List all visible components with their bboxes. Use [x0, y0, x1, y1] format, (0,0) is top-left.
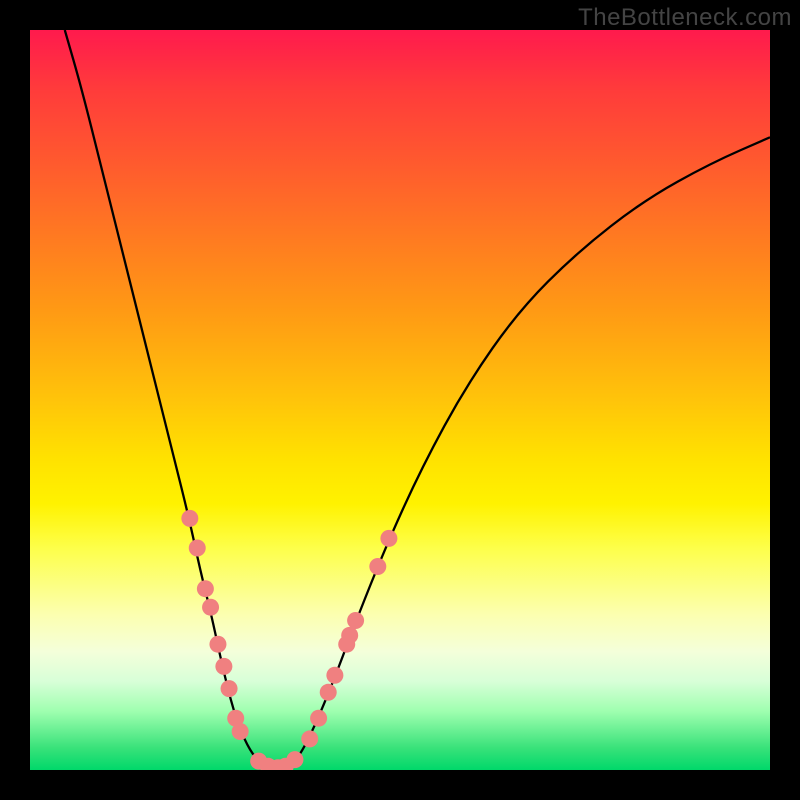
scatter-point [189, 540, 206, 557]
scatter-point [347, 612, 364, 629]
scatter-point [215, 658, 232, 675]
scatter-point [197, 580, 214, 597]
scatter-point [202, 599, 219, 616]
scatter-point [369, 558, 386, 575]
scatter-point [221, 680, 238, 697]
bottleneck-curve-right [276, 137, 770, 770]
scatter-point [320, 684, 337, 701]
scatter-point [326, 667, 343, 684]
scatter-point [310, 710, 327, 727]
scatter-point [380, 530, 397, 547]
chart-frame [30, 30, 770, 770]
watermark-text: TheBottleneck.com [578, 4, 792, 32]
scatter-point [181, 510, 198, 527]
scatter-point [209, 636, 226, 653]
scatter-point [301, 730, 318, 747]
scatter-point [286, 751, 303, 768]
scatter-point [232, 723, 249, 740]
scatter-point [341, 627, 358, 644]
chart-svg [30, 30, 770, 770]
scatter-points [181, 510, 397, 770]
bottleneck-curve-left [65, 30, 277, 770]
